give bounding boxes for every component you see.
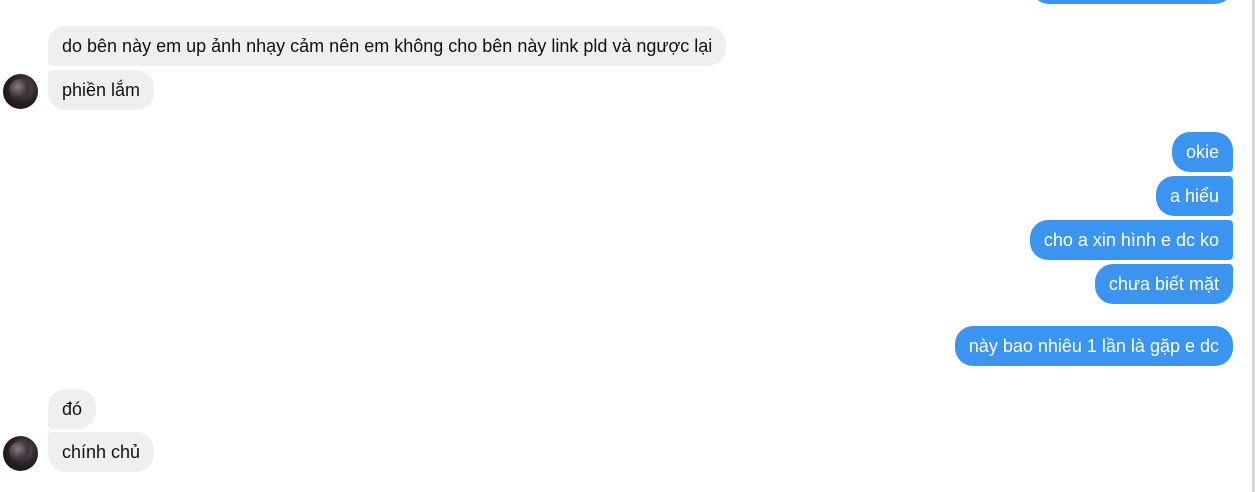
message-bubble-out: okie — [1171, 132, 1233, 172]
avatar-icon[interactable] — [3, 436, 38, 471]
message-bubble-out: chưa biết mặt — [1094, 264, 1233, 304]
message-bubble-out: a hiểu — [1155, 176, 1233, 216]
message-bubble-out: này bao nhiêu 1 lần là gặp e dc — [954, 326, 1233, 366]
message-bubble-in: phiền lắm — [48, 70, 155, 110]
message-bubble-out: cho a xin hình e dc ko — [1029, 220, 1233, 260]
message-bubble-in: đó — [48, 389, 97, 429]
avatar-icon[interactable] — [3, 74, 38, 109]
message-bubble-out-clipped — [1031, 0, 1233, 4]
message-bubble-in: chính chủ — [48, 432, 155, 472]
message-bubble-in: do bên này em up ảnh nhạy cảm nên em khô… — [48, 26, 727, 66]
